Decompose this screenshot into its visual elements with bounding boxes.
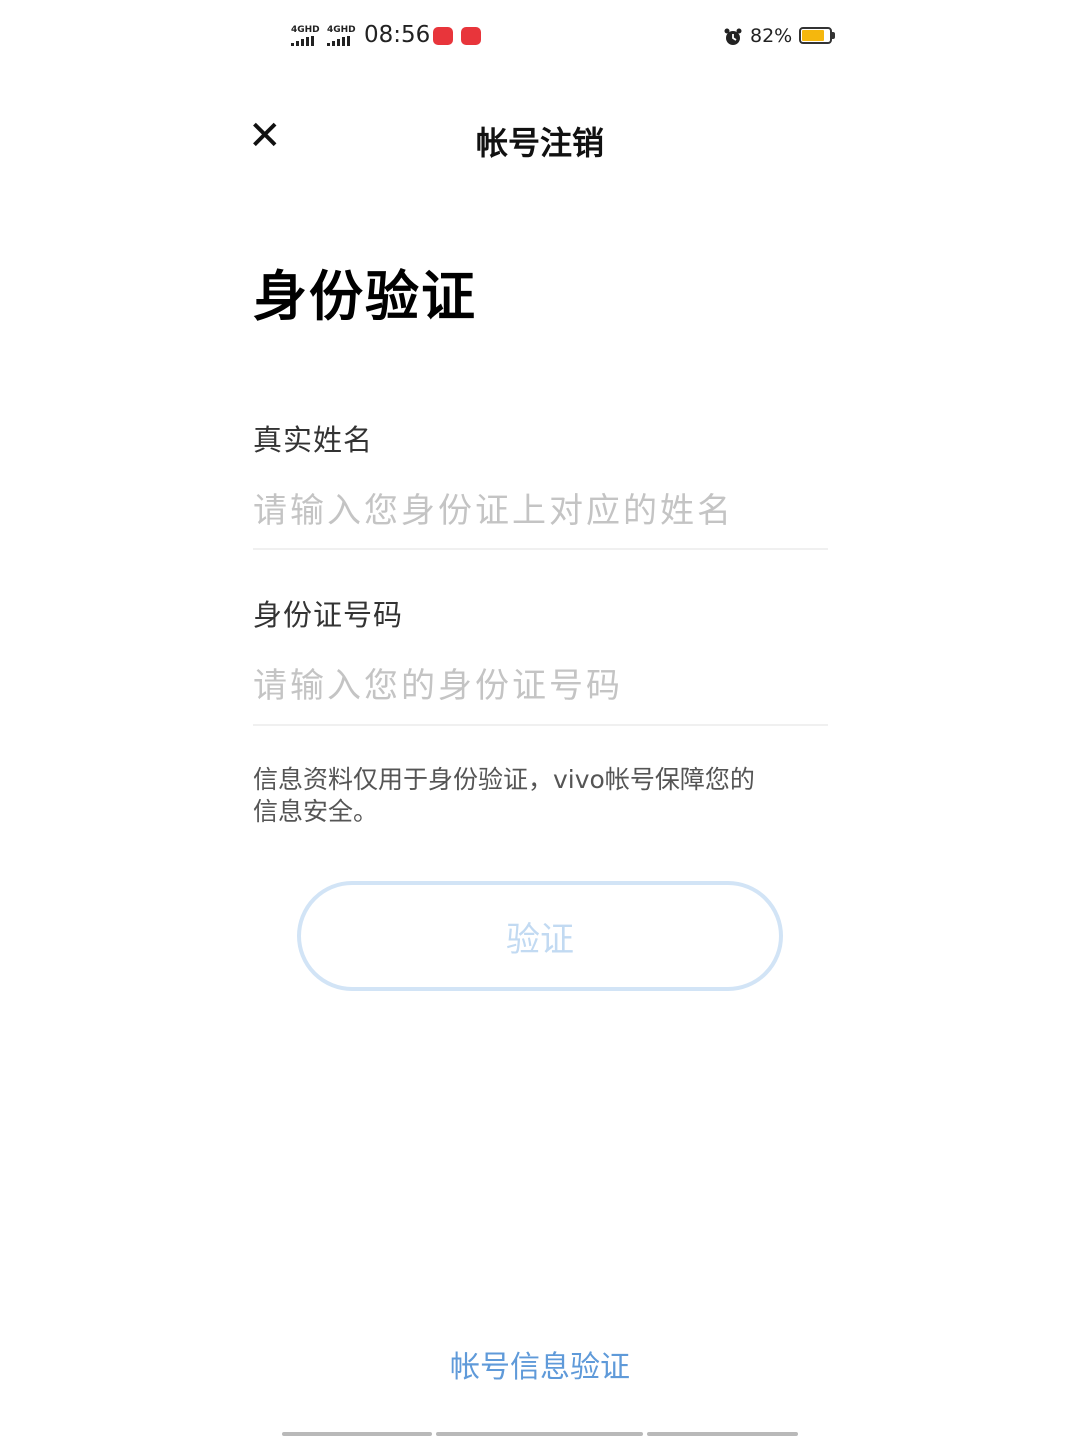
alarm-clock-icon [723, 27, 743, 47]
notification-app-icon [461, 27, 481, 45]
id-field-divider [253, 724, 828, 726]
name-field-divider [253, 548, 828, 550]
nav-bar-segment [647, 1432, 798, 1436]
nav-bar-segment [282, 1432, 432, 1436]
signal-bars-icon [291, 36, 323, 46]
signal-indicator-1: 4GHD [291, 26, 323, 46]
status-bar: 4GHD 4GHD 08:56 82% [0, 0, 1080, 70]
close-icon[interactable]: ✕ [248, 116, 282, 156]
verify-button[interactable]: 验证 [297, 881, 783, 991]
privacy-notice-line-2: 信息安全。 [253, 797, 379, 826]
battery-fill [802, 30, 825, 41]
id-field-label: 身份证号码 [253, 598, 404, 632]
signal-indicator-2: 4GHD [327, 26, 359, 46]
name-field-label: 真实姓名 [253, 423, 374, 457]
notification-app-icon [433, 27, 453, 45]
signal-label-2: 4GHD [327, 25, 356, 35]
battery-percentage: 82% [750, 25, 793, 47]
privacy-notice-line-1: 信息资料仅用于身份验证，vivo帐号保障您的 [253, 765, 755, 794]
name-input[interactable] [253, 486, 828, 536]
nav-bar-segment [436, 1432, 643, 1436]
signal-bars-icon [327, 36, 359, 46]
account-info-verify-link[interactable]: 帐号信息验证 [390, 1342, 690, 1386]
id-number-input[interactable] [253, 661, 828, 711]
privacy-notice: 信息资料仅用于身份验证，vivo帐号保障您的 信息安全。 [253, 764, 853, 828]
battery-icon [799, 27, 835, 44]
signal-label-1: 4GHD [291, 25, 320, 35]
verify-button-label: 验证 [506, 919, 574, 960]
status-time: 08:56 [364, 22, 431, 48]
section-heading: 身份验证 [253, 265, 477, 328]
page-title: 帐号注销 [475, 124, 604, 162]
